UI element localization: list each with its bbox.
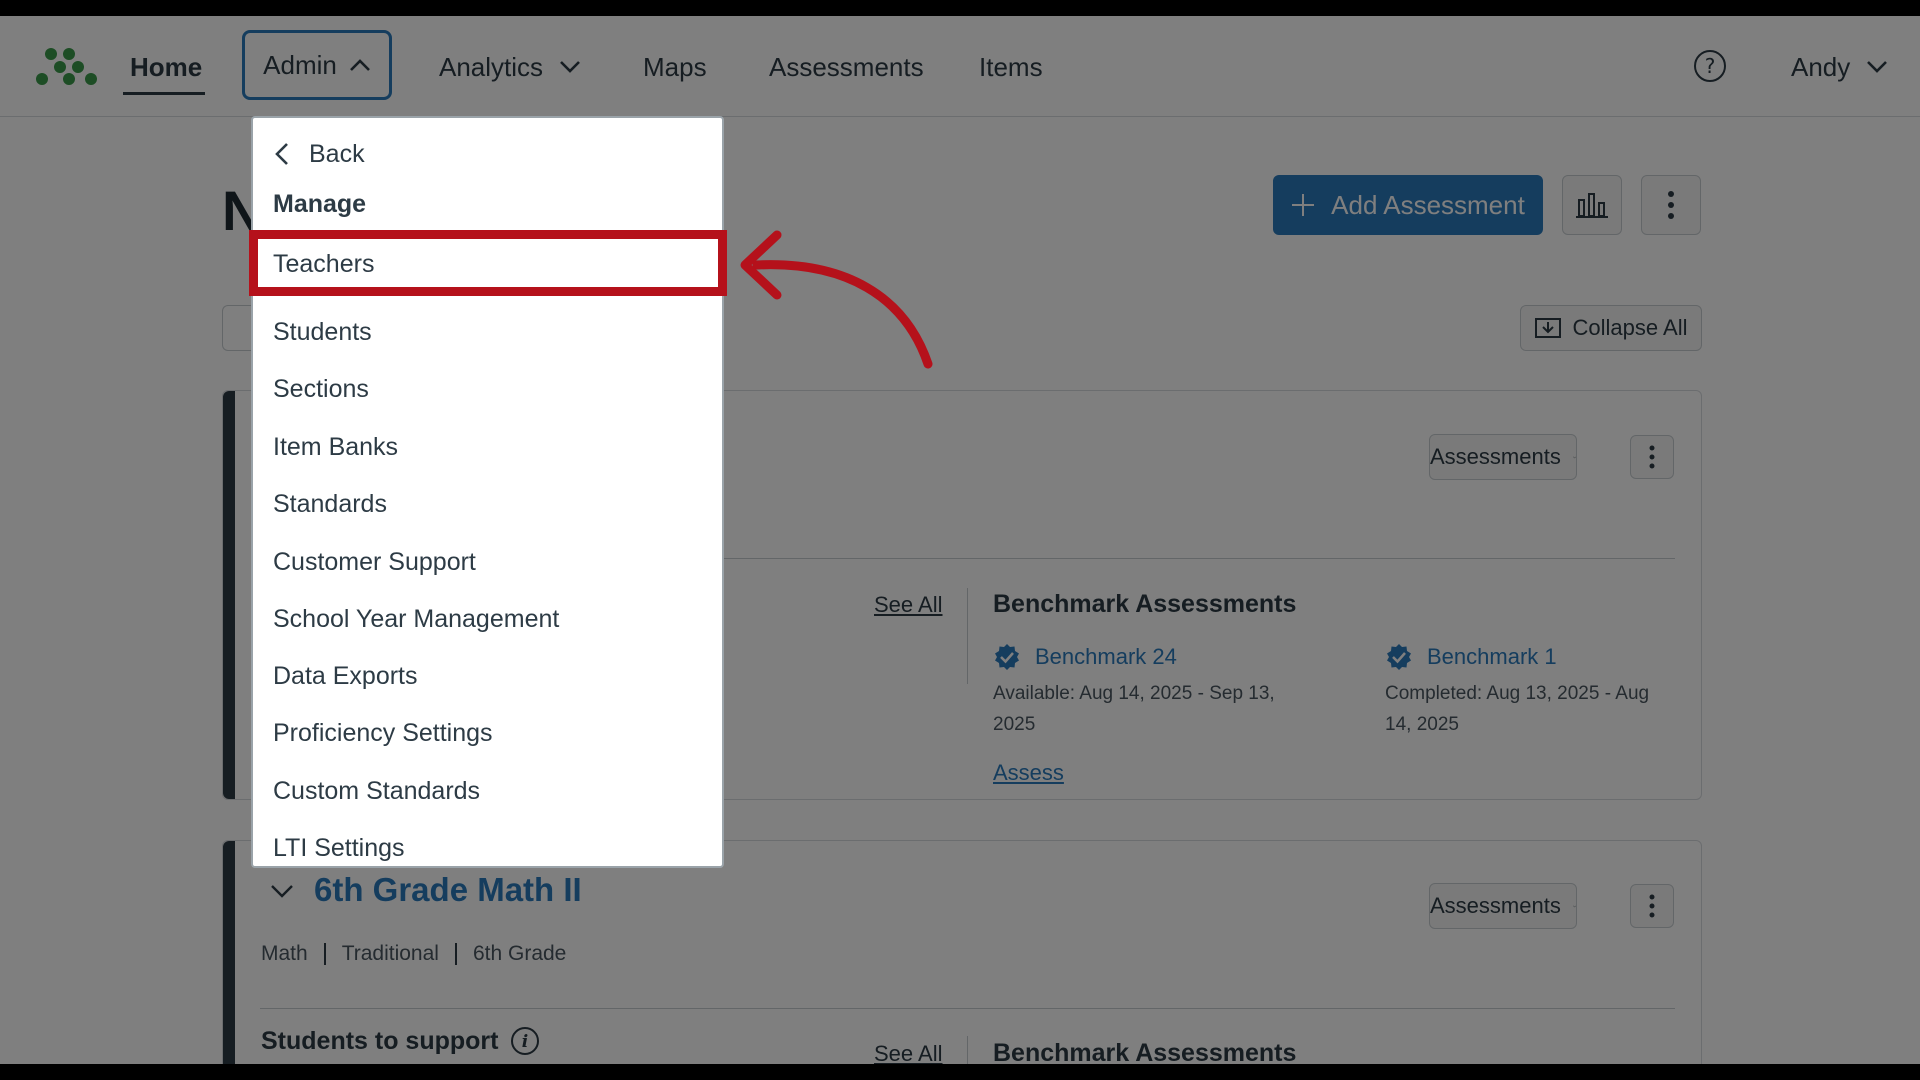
admin-dropdown-menu: Back Manage Teachers Students Sections I… [249, 116, 727, 868]
annotation-arrow-icon [740, 230, 933, 369]
back-menu-item[interactable]: Back [275, 132, 365, 176]
chevron-left-icon [275, 143, 288, 165]
menu-item-school-year-management[interactable]: School Year Management [273, 599, 559, 639]
menu-item-lti-settings[interactable]: LTI Settings [273, 828, 405, 868]
menu-item-students[interactable]: Students [273, 312, 372, 352]
menu-item-data-exports[interactable]: Data Exports [273, 656, 418, 696]
menu-item-item-banks[interactable]: Item Banks [273, 427, 398, 467]
menu-item-proficiency-settings[interactable]: Proficiency Settings [273, 713, 493, 753]
back-label: Back [309, 139, 365, 168]
app-frame: Home Admin Analytics Maps Assessments It… [0, 16, 1920, 1064]
manage-section-heading: Manage [273, 190, 367, 218]
menu-item-standards[interactable]: Standards [273, 484, 387, 524]
menu-item-label: Teachers [273, 250, 375, 278]
menu-item-teachers[interactable]: Teachers [249, 230, 727, 296]
menu-item-sections[interactable]: Sections [273, 369, 369, 409]
menu-item-custom-standards[interactable]: Custom Standards [273, 771, 480, 811]
menu-item-customer-support[interactable]: Customer Support [273, 542, 476, 582]
